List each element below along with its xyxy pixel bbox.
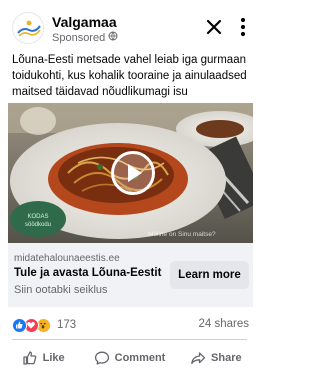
- page-avatar[interactable]: [12, 12, 44, 44]
- learn-more-button[interactable]: Learn more: [170, 261, 249, 289]
- comment-label: Comment: [114, 352, 166, 364]
- globe-icon: [108, 31, 118, 44]
- video-thumbnail[interactable]: KODAS söödkodu Möline on Sinu maitse?: [8, 103, 253, 243]
- sponsored-text: Sponsored: [52, 31, 106, 44]
- more-vertical-icon[interactable]: [237, 16, 249, 38]
- link-domain: midatehalounaeestis.ee: [14, 253, 120, 264]
- post-header: Valgamaa Sponsored: [0, 8, 259, 48]
- share-icon: [191, 352, 206, 365]
- share-button[interactable]: Share: [173, 343, 259, 373]
- close-icon[interactable]: [203, 16, 225, 38]
- video-watermark: Möline on Sinu maitse?: [148, 231, 216, 238]
- share-label: Share: [211, 352, 242, 364]
- sponsored-post-card: Valgamaa Sponsored Lõuna-Eesti metsade v…: [0, 0, 259, 386]
- post-text: Lõuna-Eesti metsade vahel leiab iga gurm…: [12, 54, 247, 98]
- comment-button[interactable]: Comment: [86, 343, 172, 373]
- like-reaction-icon: [12, 317, 27, 333]
- post-actions: Like Comment Share: [0, 343, 259, 373]
- link-preview[interactable]: midatehalounaeestis.ee Tule ja avasta Lõ…: [8, 243, 253, 307]
- share-count[interactable]: 24 shares: [198, 318, 249, 330]
- valgamaa-logo-icon: [13, 13, 43, 43]
- restaurant-badge: KODAS söödkodu: [10, 201, 66, 237]
- play-icon[interactable]: [111, 151, 155, 195]
- like-button[interactable]: Like: [0, 343, 86, 373]
- like-label: Like: [42, 352, 65, 364]
- comment-icon: [94, 351, 109, 365]
- link-title: Tule ja avasta Lõuna-Eestit: [14, 267, 162, 279]
- divider: [12, 339, 247, 340]
- reaction-summary[interactable]: 173: [12, 316, 76, 334]
- link-description: Siin ootabki seiklus: [14, 284, 108, 296]
- like-icon: [23, 351, 37, 365]
- sponsored-label[interactable]: Sponsored: [52, 31, 118, 44]
- page-name[interactable]: Valgamaa: [52, 14, 117, 30]
- reaction-count: 173: [57, 319, 77, 331]
